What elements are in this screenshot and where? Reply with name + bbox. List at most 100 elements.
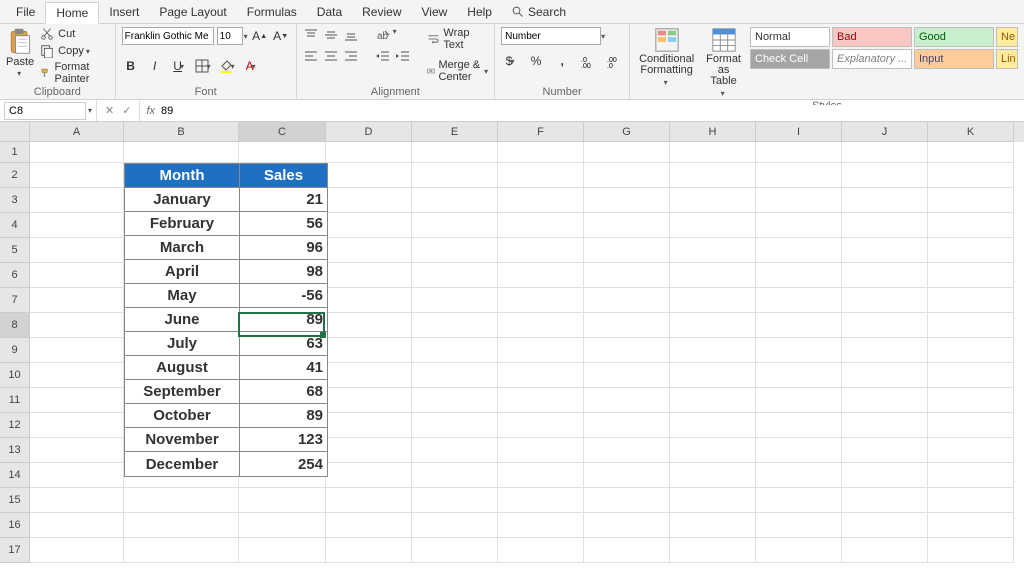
- cell-J3[interactable]: [842, 188, 928, 213]
- cell-E14[interactable]: [412, 463, 498, 488]
- cell-H9[interactable]: [670, 338, 756, 363]
- cell-C15[interactable]: [239, 488, 326, 513]
- cell-H10[interactable]: [670, 363, 756, 388]
- data-cell[interactable]: Month: [125, 164, 240, 188]
- border-button[interactable]: ▾: [194, 57, 212, 75]
- cell-D16[interactable]: [326, 513, 412, 538]
- comma-button[interactable]: ,: [553, 52, 571, 70]
- cell-D1[interactable]: [326, 142, 412, 163]
- cell-I1[interactable]: [756, 142, 842, 163]
- data-cell[interactable]: March: [125, 236, 240, 260]
- cell-E13[interactable]: [412, 438, 498, 463]
- cell-F15[interactable]: [498, 488, 584, 513]
- cell-J9[interactable]: [842, 338, 928, 363]
- data-cell[interactable]: May: [125, 284, 240, 308]
- cell-J6[interactable]: [842, 263, 928, 288]
- cell-H3[interactable]: [670, 188, 756, 213]
- search-group[interactable]: Search: [502, 5, 566, 19]
- cell-F14[interactable]: [498, 463, 584, 488]
- cell-G16[interactable]: [584, 513, 670, 538]
- tab-help[interactable]: Help: [457, 2, 502, 22]
- cell-E4[interactable]: [412, 213, 498, 238]
- cell-D17[interactable]: [326, 538, 412, 563]
- cell-K8[interactable]: [928, 313, 1014, 338]
- cell-D7[interactable]: [326, 288, 412, 313]
- cut-button[interactable]: Cut: [40, 27, 109, 41]
- cell-I16[interactable]: [756, 513, 842, 538]
- cell-H4[interactable]: [670, 213, 756, 238]
- cell-A15[interactable]: [30, 488, 124, 513]
- cell-I9[interactable]: [756, 338, 842, 363]
- style-normal[interactable]: Normal: [750, 27, 830, 47]
- cell-K1[interactable]: [928, 142, 1014, 163]
- name-box[interactable]: [4, 102, 86, 120]
- data-cell[interactable]: 96: [240, 236, 327, 260]
- row-header-2[interactable]: 2: [0, 163, 30, 188]
- cell-F10[interactable]: [498, 363, 584, 388]
- increase-decimal-button[interactable]: .0.00: [579, 52, 597, 70]
- cell-F1[interactable]: [498, 142, 584, 163]
- cell-K3[interactable]: [928, 188, 1014, 213]
- cell-A14[interactable]: [30, 463, 124, 488]
- cell-D9[interactable]: [326, 338, 412, 363]
- tab-page-layout[interactable]: Page Layout: [149, 2, 236, 22]
- row-header-5[interactable]: 5: [0, 238, 30, 263]
- style-explanatory[interactable]: Explanatory ...: [832, 49, 912, 69]
- cell-D14[interactable]: [326, 463, 412, 488]
- paste-button[interactable]: Paste ▾: [6, 27, 34, 78]
- cell-G9[interactable]: [584, 338, 670, 363]
- cell-E3[interactable]: [412, 188, 498, 213]
- cell-A1[interactable]: [30, 142, 124, 163]
- cell-D2[interactable]: [326, 163, 412, 188]
- cell-F9[interactable]: [498, 338, 584, 363]
- align-left-icon[interactable]: [303, 48, 319, 64]
- data-cell[interactable]: 123: [240, 428, 327, 452]
- cell-H2[interactable]: [670, 163, 756, 188]
- cell-K17[interactable]: [928, 538, 1014, 563]
- cell-H5[interactable]: [670, 238, 756, 263]
- underline-button[interactable]: U▾: [170, 57, 188, 75]
- cancel-formula-icon[interactable]: ✕: [105, 104, 114, 117]
- data-cell[interactable]: Sales: [240, 164, 327, 188]
- cell-I4[interactable]: [756, 213, 842, 238]
- cell-E5[interactable]: [412, 238, 498, 263]
- cell-K2[interactable]: [928, 163, 1014, 188]
- cell-J15[interactable]: [842, 488, 928, 513]
- cell-B1[interactable]: [124, 142, 239, 163]
- cell-A5[interactable]: [30, 238, 124, 263]
- data-cell[interactable]: June: [125, 308, 240, 332]
- cell-I11[interactable]: [756, 388, 842, 413]
- cell-B17[interactable]: [124, 538, 239, 563]
- style-check-cell[interactable]: Check Cell: [750, 49, 830, 69]
- increase-font-button[interactable]: A▲: [251, 27, 269, 45]
- row-header-17[interactable]: 17: [0, 538, 30, 563]
- cell-K10[interactable]: [928, 363, 1014, 388]
- data-cell[interactable]: 21: [240, 188, 327, 212]
- cell-E2[interactable]: [412, 163, 498, 188]
- cell-I7[interactable]: [756, 288, 842, 313]
- row-header-8[interactable]: 8: [0, 313, 30, 338]
- cell-H6[interactable]: [670, 263, 756, 288]
- fx-icon[interactable]: fx: [140, 105, 161, 117]
- cell-E9[interactable]: [412, 338, 498, 363]
- cell-K4[interactable]: [928, 213, 1014, 238]
- data-cell[interactable]: 63: [240, 332, 327, 356]
- cell-F6[interactable]: [498, 263, 584, 288]
- cell-I8[interactable]: [756, 313, 842, 338]
- cell-J16[interactable]: [842, 513, 928, 538]
- cell-J13[interactable]: [842, 438, 928, 463]
- cell-J14[interactable]: [842, 463, 928, 488]
- cell-J11[interactable]: [842, 388, 928, 413]
- align-bottom-icon[interactable]: [343, 27, 359, 43]
- cell-G4[interactable]: [584, 213, 670, 238]
- row-header-14[interactable]: 14: [0, 463, 30, 488]
- data-cell[interactable]: 89: [240, 404, 327, 428]
- cell-A4[interactable]: [30, 213, 124, 238]
- cell-I3[interactable]: [756, 188, 842, 213]
- cell-K7[interactable]: [928, 288, 1014, 313]
- cell-H12[interactable]: [670, 413, 756, 438]
- cell-F12[interactable]: [498, 413, 584, 438]
- data-cell[interactable]: 89: [240, 308, 327, 332]
- cell-G3[interactable]: [584, 188, 670, 213]
- row-header-16[interactable]: 16: [0, 513, 30, 538]
